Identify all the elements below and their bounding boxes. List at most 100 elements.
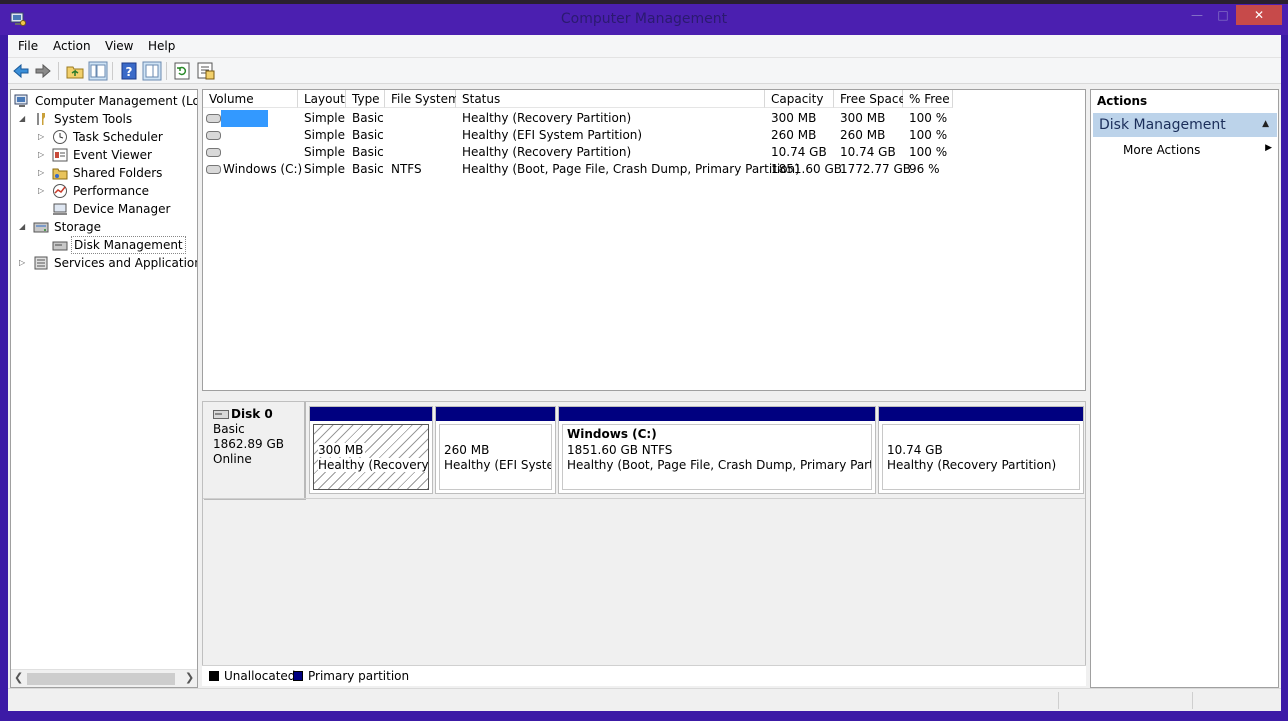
refresh-icon[interactable]	[172, 61, 192, 81]
horizontal-scrollbar[interactable]: ❮ ❯	[11, 669, 197, 687]
table-row[interactable]: Simple Basic Healthy (Recovery Partition…	[203, 144, 1085, 161]
tree-item-task-scheduler[interactable]: ▷ Task Scheduler	[11, 128, 197, 146]
event-viewer-icon	[52, 148, 68, 162]
expand-arrow-icon[interactable]: ▷	[38, 146, 48, 164]
disk-type: Basic	[213, 422, 245, 436]
cell-layout: Simple	[304, 145, 345, 159]
menu-help[interactable]: Help	[148, 39, 175, 53]
actions-section-disk-management[interactable]: Disk Management ▲	[1093, 113, 1277, 137]
tree-label: Performance	[73, 184, 150, 198]
column-header-layout[interactable]: Layout	[298, 90, 346, 108]
partition-efi[interactable]: 260 MB Healthy (EFI System	[435, 406, 556, 494]
back-arrow-icon[interactable]	[11, 61, 31, 81]
tree-item-computer-management[interactable]: Computer Management (Local	[11, 92, 197, 110]
partition-body-selected[interactable]: 300 MB Healthy (Recovery Pa	[313, 424, 429, 490]
tree-label: Storage	[54, 220, 101, 234]
partition-status: Healthy (Recovery Partition)	[887, 458, 1057, 472]
disk-drive-icon	[213, 410, 229, 419]
title-bar[interactable]: Computer Management — □ ✕	[0, 4, 1288, 35]
tree-label: System Tools	[54, 112, 133, 126]
cell-type: Basic	[352, 162, 384, 176]
cell-percent-free: 100 %	[909, 128, 948, 142]
partition-body[interactable]: 260 MB Healthy (EFI System	[439, 424, 552, 490]
collapse-arrow-icon[interactable]: ◢	[19, 110, 29, 128]
tree-item-shared-folders[interactable]: ▷ Shared Folders	[11, 164, 197, 182]
help-icon[interactable]: ?	[119, 61, 139, 81]
scrollbar-thumb[interactable]	[27, 673, 175, 685]
tree-label: Device Manager	[73, 202, 171, 216]
partition-windows-c[interactable]: Windows (C:) 1851.60 GB NTFS Healthy (Bo…	[558, 406, 876, 494]
column-header-file-system[interactable]: File System	[385, 90, 460, 108]
column-header-free-space[interactable]: Free Space	[834, 90, 906, 108]
toolbar-separator	[112, 62, 113, 80]
collapse-up-icon[interactable]: ▲	[1262, 119, 1269, 129]
cell-percent-free: 96 %	[909, 162, 940, 176]
navigation-tree-pane: Computer Management (Local ◢ System Tool…	[10, 89, 198, 688]
expand-arrow-icon[interactable]: ▷	[19, 254, 29, 272]
table-row[interactable]: Simple Basic Healthy (Recovery Partition…	[203, 110, 1085, 127]
partition-body[interactable]: Windows (C:) 1851.60 GB NTFS Healthy (Bo…	[562, 424, 872, 490]
device-manager-icon	[53, 203, 67, 215]
menu-file[interactable]: File	[18, 39, 38, 53]
cell-status: Healthy (Recovery Partition)	[462, 111, 632, 125]
column-header-type[interactable]: Type	[346, 90, 385, 108]
tree-item-storage[interactable]: ◢ Storage	[11, 218, 197, 236]
selected-volume-name[interactable]	[221, 110, 268, 127]
tree-label: Shared Folders	[73, 166, 163, 180]
partition-recovery-1[interactable]: 300 MB Healthy (Recovery Pa	[309, 406, 433, 494]
storage-icon	[33, 222, 49, 233]
maximize-button[interactable]: □	[1210, 5, 1236, 25]
column-header-percent-free[interactable]: % Free	[903, 90, 953, 108]
column-header-capacity[interactable]: Capacity	[765, 90, 834, 108]
close-button[interactable]: ✕	[1236, 5, 1282, 25]
export-list-icon[interactable]	[196, 61, 216, 81]
partition-type-bar	[310, 407, 432, 421]
forward-arrow-icon[interactable]	[33, 61, 53, 81]
up-folder-icon[interactable]	[65, 61, 85, 81]
status-separator	[1192, 692, 1193, 709]
tree-label: Task Scheduler	[73, 130, 163, 144]
cell-capacity: 300 MB	[771, 111, 817, 125]
minimize-button[interactable]: —	[1184, 5, 1210, 25]
svg-text:?: ?	[126, 65, 133, 79]
tree-item-event-viewer[interactable]: ▷ Event Viewer	[11, 146, 197, 164]
cell-type: Basic	[352, 128, 384, 142]
expand-arrow-icon[interactable]: ▷	[38, 128, 48, 146]
pane-splitter[interactable]	[202, 391, 1086, 401]
column-header-status[interactable]: Status	[456, 90, 765, 108]
partition-status: Healthy (Recovery Pa	[318, 458, 428, 472]
volume-drive-icon	[206, 165, 221, 174]
menu-view[interactable]: View	[105, 39, 133, 53]
tree-item-services-applications[interactable]: ▷ Services and Applications	[11, 254, 198, 272]
tree-item-device-manager[interactable]: Device Manager	[11, 200, 197, 218]
partition-type-bar	[436, 407, 555, 421]
cell-status: Healthy (Boot, Page File, Crash Dump, Pr…	[462, 162, 800, 176]
status-bar	[8, 688, 1281, 711]
partition-recovery-2[interactable]: 10.74 GB Healthy (Recovery Partition)	[878, 406, 1084, 494]
column-header-volume[interactable]: Volume	[203, 90, 298, 108]
partition-title: Windows (C:)	[567, 427, 657, 441]
tree-item-system-tools[interactable]: ◢ System Tools	[11, 110, 197, 128]
menu-bar: File Action View Help	[8, 35, 1281, 58]
menu-action[interactable]: Action	[53, 39, 91, 53]
cell-type: Basic	[352, 145, 384, 159]
table-row[interactable]: Simple Basic Healthy (EFI System Partiti…	[203, 127, 1085, 144]
tree-label: Services and Applications	[54, 256, 198, 270]
show-hide-tree-icon[interactable]	[88, 61, 108, 81]
disk-info-box[interactable]: Disk 0 Basic 1862.89 GB Online	[204, 402, 306, 500]
partition-type-bar	[879, 407, 1083, 421]
tree-item-performance[interactable]: ▷ Performance	[11, 182, 197, 200]
partition-body[interactable]: 10.74 GB Healthy (Recovery Partition)	[882, 424, 1080, 490]
tree-label-selected: Disk Management	[71, 236, 186, 254]
table-row[interactable]: Windows (C:) Simple Basic NTFS Healthy (…	[203, 161, 1085, 178]
more-actions-link[interactable]: More Actions	[1123, 143, 1200, 157]
scroll-right-icon[interactable]: ❯	[185, 671, 194, 684]
disk-graphical-view: Disk 0 Basic 1862.89 GB Online 300 MB He…	[202, 401, 1086, 686]
expand-arrow-icon[interactable]: ▷	[38, 164, 48, 182]
tree-item-disk-management[interactable]: Disk Management	[11, 236, 197, 254]
properties-icon[interactable]	[142, 61, 162, 81]
expand-arrow-icon[interactable]: ▷	[38, 182, 48, 200]
scroll-left-icon[interactable]: ❮	[14, 671, 23, 684]
cell-free-space: 10.74 GB	[840, 145, 896, 159]
collapse-arrow-icon[interactable]: ◢	[19, 218, 29, 236]
